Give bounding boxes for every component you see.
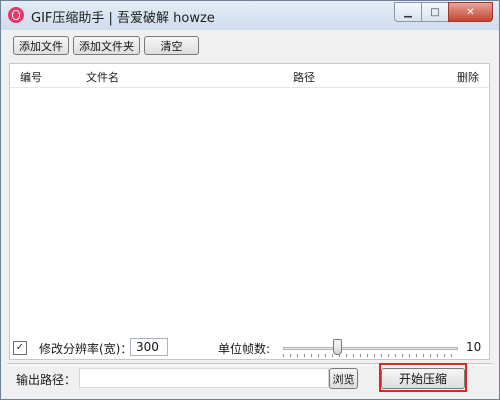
checkmark-icon: ✓ xyxy=(15,342,25,353)
title-bar[interactable]: GIF压缩助手 | 吾爱破解 howze ▁ □ ✕ xyxy=(1,1,499,30)
add-file-button[interactable]: 添加文件 xyxy=(13,36,69,55)
resize-label: 修改分辨率(宽)： xyxy=(39,342,133,356)
add-folder-button[interactable]: 添加文件夹 xyxy=(73,36,140,55)
slider-ticks xyxy=(283,354,458,357)
output-path-input[interactable] xyxy=(79,368,329,388)
fps-label: 单位帧数: xyxy=(218,342,271,356)
start-compress-button[interactable]: 开始压缩 xyxy=(381,368,465,389)
column-header-filename[interactable]: 文件名 xyxy=(86,69,119,85)
output-path-label: 输出路径： xyxy=(16,373,77,387)
width-input[interactable]: 300 xyxy=(130,338,168,356)
options-row: ✓ 修改分辨率(宽)： 300 单位帧数: 10 xyxy=(7,338,493,360)
column-header-path[interactable]: 路径 xyxy=(293,69,315,85)
clear-button[interactable]: 清空 xyxy=(144,36,199,55)
close-button[interactable]: ✕ xyxy=(448,2,493,22)
toolbar: 添加文件 添加文件夹 清空 xyxy=(13,36,199,55)
minimize-button[interactable]: ▁ xyxy=(394,2,422,22)
client-area: 添加文件 添加文件夹 清空 编号 文件名 路径 删除 ✓ 修改分辨率(宽)： 3… xyxy=(7,30,493,393)
column-header-id[interactable]: 编号 xyxy=(20,69,42,85)
maximize-button[interactable]: □ xyxy=(421,2,449,22)
resize-checkbox[interactable]: ✓ xyxy=(13,341,27,355)
output-row: 输出路径： 浏览 开始压缩 xyxy=(7,363,493,392)
fps-slider[interactable] xyxy=(280,338,461,360)
minimize-icon: ▁ xyxy=(404,6,412,18)
browse-button[interactable]: 浏览 xyxy=(329,368,358,389)
window-title: GIF压缩助手 | 吾爱破解 howze xyxy=(31,11,215,26)
maximize-icon: □ xyxy=(430,6,440,18)
slider-thumb[interactable] xyxy=(332,339,342,355)
slider-track xyxy=(283,347,458,350)
caption-buttons: ▁ □ ✕ xyxy=(394,2,493,22)
list-header: 编号 文件名 路径 删除 xyxy=(10,64,489,88)
app-icon xyxy=(8,7,24,23)
main-window: GIF压缩助手 | 吾爱破解 howze ▁ □ ✕ 添加文件 添加文件夹 清空… xyxy=(0,0,500,400)
column-header-delete[interactable]: 删除 xyxy=(457,69,479,85)
file-list[interactable]: 编号 文件名 路径 删除 xyxy=(9,63,490,360)
fps-value: 10 xyxy=(466,340,482,354)
close-icon: ✕ xyxy=(466,6,475,18)
